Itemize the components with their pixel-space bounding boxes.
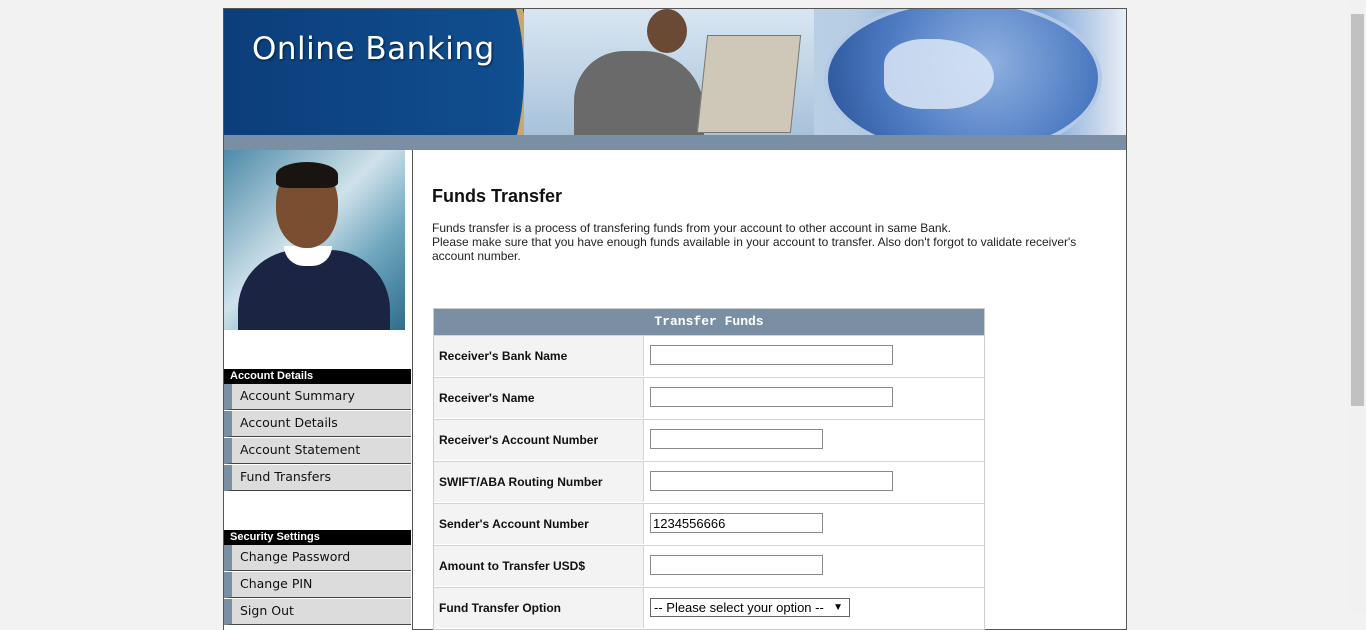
sidebar-item-change-pin[interactable]: Change PIN bbox=[224, 572, 411, 598]
amount-input[interactable] bbox=[650, 555, 823, 575]
header-laptop-image bbox=[696, 35, 802, 133]
routing-number-label: SWIFT/ABA Routing Number bbox=[434, 462, 644, 502]
receiver-name-input[interactable] bbox=[650, 387, 893, 407]
form-row-amount: Amount to Transfer USD$ bbox=[434, 545, 984, 587]
description-line-2: Please make sure that you have enough fu… bbox=[432, 235, 1077, 263]
sidebar-item-sign-out[interactable]: Sign Out bbox=[224, 599, 411, 625]
form-row-receiver-account: Receiver's Account Number bbox=[434, 419, 984, 461]
sidebar: Account Details Account Summary Account … bbox=[224, 150, 413, 630]
security-menu-heading: Security Settings bbox=[224, 530, 411, 545]
avatar-hair bbox=[276, 162, 338, 188]
scrollbar-thumb[interactable] bbox=[1351, 14, 1364, 406]
transfer-form: Transfer Funds Receiver's Bank Name Rece… bbox=[433, 308, 985, 630]
page-description: Funds transfer is a process of transferi… bbox=[432, 221, 1092, 263]
transfer-form-heading: Transfer Funds bbox=[434, 309, 984, 335]
page-title: Funds Transfer bbox=[432, 186, 563, 206]
form-row-receiver-name: Receiver's Name bbox=[434, 377, 984, 419]
receiver-bank-input[interactable] bbox=[650, 345, 893, 365]
account-menu-heading: Account Details bbox=[224, 369, 411, 384]
sender-account-input[interactable] bbox=[650, 513, 823, 533]
caret-down-icon: ▼ bbox=[833, 602, 843, 613]
page-scrollbar[interactable] bbox=[1349, 0, 1366, 613]
header-arc-decoration bbox=[404, 9, 532, 135]
sender-account-label: Sender's Account Number bbox=[434, 504, 644, 544]
sidebar-item-account-details[interactable]: Account Details bbox=[224, 411, 411, 437]
routing-number-input[interactable] bbox=[650, 471, 893, 491]
form-row-sender-account: Sender's Account Number bbox=[434, 503, 984, 545]
sidebar-item-change-password[interactable]: Change Password bbox=[224, 545, 411, 571]
form-row-transfer-option: Fund Transfer Option -- Please select yo… bbox=[434, 587, 984, 629]
user-avatar bbox=[224, 150, 405, 330]
sidebar-item-account-summary[interactable]: Account Summary bbox=[224, 384, 411, 410]
receiver-account-label: Receiver's Account Number bbox=[434, 420, 644, 460]
form-row-receiver-bank: Receiver's Bank Name bbox=[434, 335, 984, 377]
main-content: Funds Transfer Funds transfer is a proce… bbox=[413, 150, 1126, 630]
transfer-option-select[interactable]: -- Please select your option -- ▼ bbox=[650, 598, 850, 617]
sidebar-item-account-statement[interactable]: Account Statement bbox=[224, 438, 411, 464]
header-divider-bar bbox=[224, 135, 1126, 150]
page-container: Online Banking Account Details Account S… bbox=[223, 8, 1127, 630]
site-header: Online Banking bbox=[224, 9, 1126, 135]
receiver-account-input[interactable] bbox=[650, 429, 823, 449]
receiver-bank-label: Receiver's Bank Name bbox=[434, 336, 644, 376]
sidebar-item-fund-transfers[interactable]: Fund Transfers bbox=[224, 465, 411, 491]
header-person-head bbox=[647, 9, 687, 53]
transfer-option-label: Fund Transfer Option bbox=[434, 588, 644, 628]
description-line-1: Funds transfer is a process of transferi… bbox=[432, 221, 951, 235]
amount-label: Amount to Transfer USD$ bbox=[434, 546, 644, 586]
receiver-name-label: Receiver's Name bbox=[434, 378, 644, 418]
form-row-routing-number: SWIFT/ABA Routing Number bbox=[434, 461, 984, 503]
site-title: Online Banking bbox=[252, 31, 495, 67]
